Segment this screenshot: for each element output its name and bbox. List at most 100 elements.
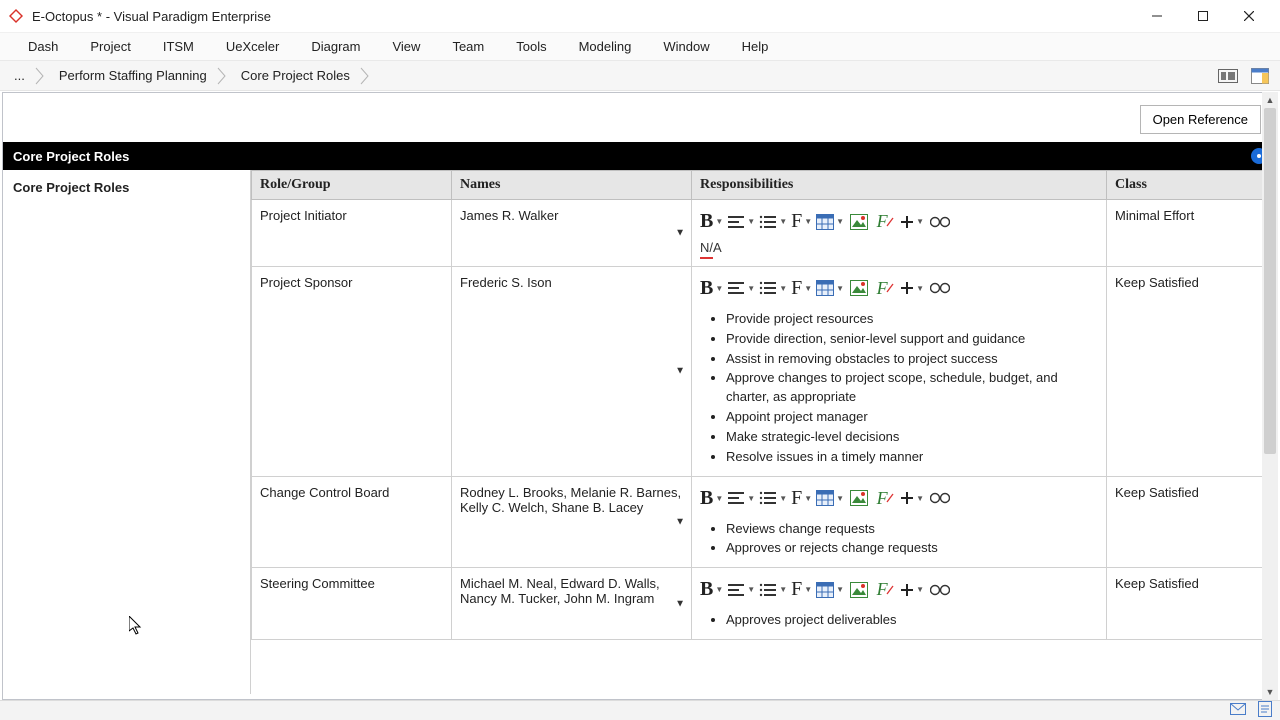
menu-uexceler[interactable]: UeXceler <box>210 35 295 58</box>
menu-itsm[interactable]: ITSM <box>147 35 210 58</box>
col-class[interactable]: Class <box>1107 171 1277 200</box>
insert-table-button[interactable]: ▼ <box>816 214 844 230</box>
align-button[interactable]: ▼ <box>727 281 755 295</box>
dropdown-caret-icon[interactable] <box>675 516 685 527</box>
font-button[interactable]: F▼ <box>791 210 812 233</box>
find-button[interactable] <box>928 211 952 233</box>
dropdown-caret-icon[interactable] <box>675 227 685 238</box>
cell-class[interactable]: Minimal Effort <box>1107 200 1277 267</box>
scroll-up-icon[interactable]: ▲ <box>1262 92 1278 108</box>
breadcrumb-item[interactable]: Perform Staffing Planning <box>45 64 227 88</box>
font-button[interactable]: F▼ <box>791 578 812 601</box>
scrollbar-thumb[interactable] <box>1264 108 1276 454</box>
bold-button[interactable]: B▼ <box>700 487 723 510</box>
cell-responsibilities[interactable]: B▼▼▼F▼▼F▼N/A <box>692 200 1107 267</box>
align-button[interactable]: ▼ <box>727 491 755 505</box>
menu-team[interactable]: Team <box>436 35 500 58</box>
breadcrumb: ... Perform Staffing Planning Core Proje… <box>0 61 1280 91</box>
dropdown-caret-icon[interactable] <box>675 366 685 377</box>
cell-role[interactable]: Project Initiator <box>252 200 452 267</box>
menu-diagram[interactable]: Diagram <box>295 35 376 58</box>
add-button[interactable]: ▼ <box>900 281 924 295</box>
menu-view[interactable]: View <box>376 35 436 58</box>
richtext-toolbar: B▼▼▼F▼▼F▼ <box>700 208 1098 239</box>
clear-format-button[interactable]: F <box>874 487 896 509</box>
bold-button[interactable]: B▼ <box>700 210 723 233</box>
add-button[interactable]: ▼ <box>900 215 924 229</box>
richtext-toolbar: B▼▼▼F▼▼F▼ <box>700 576 1098 607</box>
col-names[interactable]: Names <box>452 171 692 200</box>
roles-table-wrapper: Role/Group Names Responsibilities Class … <box>250 170 1277 694</box>
menu-modeling[interactable]: Modeling <box>563 35 648 58</box>
insert-image-button[interactable] <box>848 211 870 233</box>
cell-class[interactable]: Keep Satisfied <box>1107 476 1277 568</box>
cell-role[interactable]: Change Control Board <box>252 476 452 568</box>
clear-format-button[interactable]: F <box>874 211 896 233</box>
list-button[interactable]: ▼ <box>759 281 787 295</box>
cell-names[interactable]: Michael M. Neal, Edward D. Walls, Nancy … <box>452 568 692 640</box>
add-button[interactable]: ▼ <box>900 491 924 505</box>
minimize-button[interactable] <box>1134 0 1180 33</box>
col-responsibilities[interactable]: Responsibilities <box>692 171 1107 200</box>
cell-names[interactable]: Rodney L. Brooks, Melanie R. Barnes, Kel… <box>452 476 692 568</box>
menu-dash[interactable]: Dash <box>12 35 74 58</box>
cell-responsibilities[interactable]: B▼▼▼F▼▼F▼Provide project resourcesProvid… <box>692 266 1107 476</box>
toolbar-layout-icon[interactable] <box>1214 64 1242 88</box>
list-button[interactable]: ▼ <box>759 215 787 229</box>
col-role[interactable]: Role/Group <box>252 171 452 200</box>
find-button[interactable] <box>928 579 952 601</box>
align-button[interactable]: ▼ <box>727 215 755 229</box>
list-button[interactable]: ▼ <box>759 491 787 505</box>
list-item: Provide direction, senior-level support … <box>726 330 1098 349</box>
menu-project[interactable]: Project <box>74 35 146 58</box>
mail-icon[interactable] <box>1230 703 1246 718</box>
breadcrumb-item[interactable]: Core Project Roles <box>227 64 370 88</box>
menu-tools[interactable]: Tools <box>500 35 562 58</box>
clear-format-button[interactable]: F <box>874 277 896 299</box>
toolbar-panel-icon[interactable] <box>1246 64 1274 88</box>
cell-responsibilities[interactable]: B▼▼▼F▼▼F▼Approves project deliverables <box>692 568 1107 640</box>
cell-responsibilities[interactable]: B▼▼▼F▼▼F▼Reviews change requestsApproves… <box>692 476 1107 568</box>
breadcrumb-item[interactable]: ... <box>6 64 45 88</box>
cell-class[interactable]: Keep Satisfied <box>1107 568 1277 640</box>
insert-image-button[interactable] <box>848 487 870 509</box>
menu-window[interactable]: Window <box>647 35 725 58</box>
table-row: Change Control BoardRodney L. Brooks, Me… <box>252 476 1277 568</box>
cell-role[interactable]: Steering Committee <box>252 568 452 640</box>
list-button[interactable]: ▼ <box>759 583 787 597</box>
bold-button[interactable]: B▼ <box>700 578 723 601</box>
dropdown-caret-icon[interactable] <box>675 598 685 609</box>
note-icon[interactable] <box>1258 701 1272 720</box>
add-button[interactable]: ▼ <box>900 583 924 597</box>
app-icon <box>8 8 24 24</box>
menu-help[interactable]: Help <box>726 35 785 58</box>
cell-names[interactable]: Frederic S. Ison <box>452 266 692 476</box>
window-title: E-Octopus * - Visual Paradigm Enterprise <box>32 9 1134 24</box>
font-button[interactable]: F▼ <box>791 487 812 510</box>
close-button[interactable] <box>1226 0 1272 33</box>
cell-class[interactable]: Keep Satisfied <box>1107 266 1277 476</box>
bold-button[interactable]: B▼ <box>700 277 723 300</box>
open-reference-button[interactable]: Open Reference <box>1140 105 1261 134</box>
font-button[interactable]: F▼ <box>791 277 812 300</box>
find-button[interactable] <box>928 277 952 299</box>
maximize-button[interactable] <box>1180 0 1226 33</box>
list-item: Approves or rejects change requests <box>726 539 1098 558</box>
find-button[interactable] <box>928 487 952 509</box>
scroll-down-icon[interactable]: ▼ <box>1262 684 1278 700</box>
resp-list: Approves project deliverables <box>700 611 1098 630</box>
vertical-scrollbar[interactable]: ▲ ▼ <box>1262 92 1278 700</box>
insert-table-button[interactable]: ▼ <box>816 280 844 296</box>
resp-text: N/A <box>700 239 722 258</box>
statusbar <box>0 700 1280 720</box>
insert-image-button[interactable] <box>848 277 870 299</box>
insert-image-button[interactable] <box>848 579 870 601</box>
cell-role[interactable]: Project Sponsor <box>252 266 452 476</box>
list-item: Approve changes to project scope, schedu… <box>726 369 1098 407</box>
align-button[interactable]: ▼ <box>727 583 755 597</box>
insert-table-button[interactable]: ▼ <box>816 490 844 506</box>
insert-table-button[interactable]: ▼ <box>816 582 844 598</box>
cell-names[interactable]: James R. Walker <box>452 200 692 267</box>
chevron-right-icon <box>217 65 227 87</box>
clear-format-button[interactable]: F <box>874 579 896 601</box>
